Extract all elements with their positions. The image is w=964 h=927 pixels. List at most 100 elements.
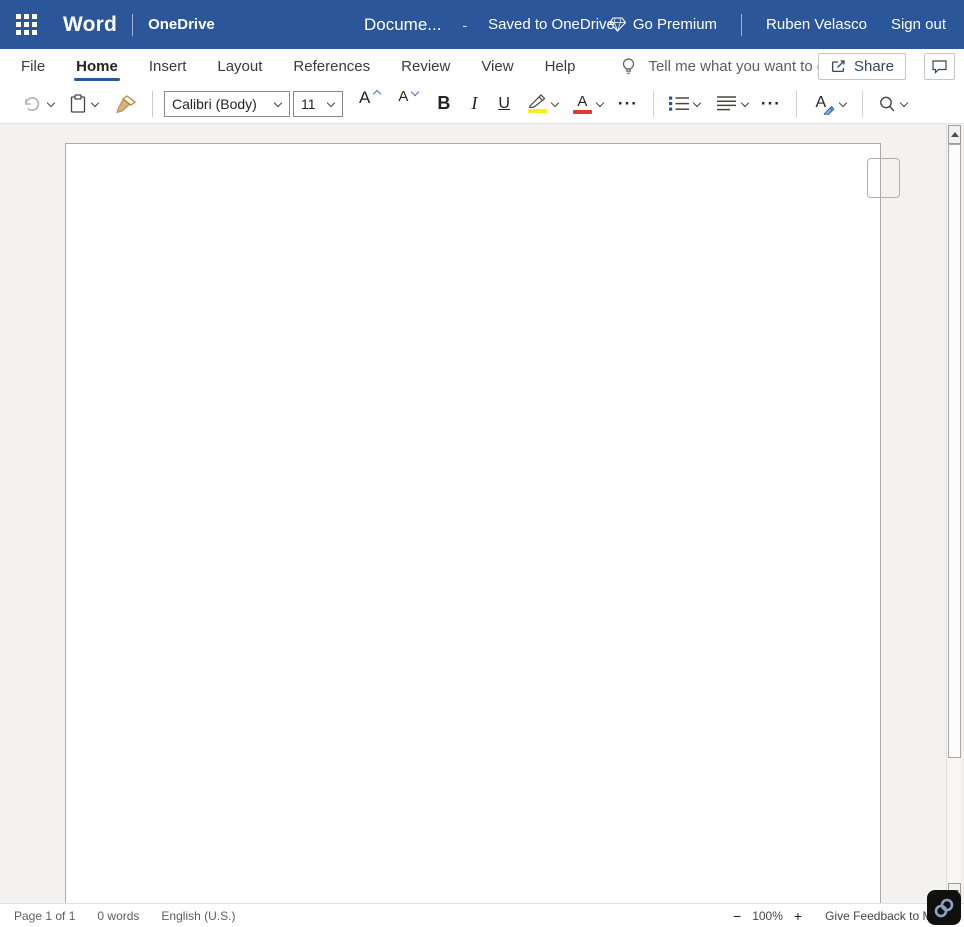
ellipsis-icon: ··· [760, 93, 781, 113]
undo-button[interactable] [18, 89, 59, 119]
font-name-select[interactable]: Calibri (Body) [164, 90, 290, 117]
bullet-list-button[interactable] [665, 89, 705, 119]
app-title: Word [63, 12, 118, 36]
status-bar: Page 1 of 1 0 words English (U.S.) − 100… [0, 903, 964, 927]
shrink-font-button[interactable]: A [394, 89, 423, 119]
format-painter-icon [116, 94, 137, 113]
tab-home[interactable]: Home [74, 49, 120, 84]
tab-file[interactable]: File [21, 49, 45, 84]
tab-help[interactable]: Help [545, 49, 576, 84]
highlight-color-swatch [527, 109, 547, 113]
header-divider [132, 13, 134, 36]
clipboard-icon [70, 93, 86, 113]
highlight-color-button[interactable] [524, 89, 563, 119]
new-comment-affordance[interactable] [867, 158, 900, 198]
share-icon [831, 59, 845, 72]
scrollbar-thumb[interactable] [948, 144, 961, 758]
alignment-icon [716, 96, 736, 111]
zoom-controls: − 100% + Give Feedback to Micro [733, 909, 952, 923]
document-title-group: Docume... - Saved to OneDrive [364, 0, 615, 49]
styles-pen-icon [823, 105, 834, 115]
tell-me-box[interactable]: Tell me what you want to do [621, 57, 834, 77]
shrink-font-letter: A [398, 87, 409, 105]
font-color-letter: A [577, 92, 588, 110]
ribbon-tabs: File Home Insert Layout References Revie… [21, 49, 575, 84]
go-premium-label: Go Premium [632, 16, 718, 33]
font-name-value: Calibri (Body) [172, 95, 257, 112]
underline-button[interactable]: U [494, 89, 514, 119]
grow-font-button[interactable]: A [355, 89, 385, 119]
font-name-chevron [273, 99, 282, 108]
comments-button[interactable] [924, 53, 955, 80]
toolbar-separator [152, 90, 153, 117]
link-extension-icon[interactable] [927, 890, 961, 925]
share-label: Share [853, 58, 894, 75]
document-canvas [0, 124, 964, 903]
service-name-link[interactable]: OneDrive [148, 16, 215, 33]
paste-dropdown-chevron[interactable] [90, 99, 99, 108]
user-name[interactable]: Ruben Velasco [766, 16, 867, 33]
italic-button[interactable]: I [467, 89, 481, 119]
highlighter-pen-icon [529, 94, 546, 108]
ellipsis-icon: ··· [617, 93, 638, 113]
tab-insert[interactable]: Insert [149, 49, 187, 84]
premium-diamond-icon [609, 17, 626, 32]
highlight-dropdown-chevron[interactable] [550, 99, 559, 108]
font-color-dropdown-chevron[interactable] [595, 99, 604, 108]
waffle-grid-icon [15, 14, 37, 35]
word-count-status: 0 words [97, 908, 140, 923]
scroll-up-button[interactable] [948, 125, 961, 144]
app-launcher-button[interactable] [13, 12, 39, 38]
share-button[interactable]: Share [817, 53, 906, 80]
interlocked-circles-icon [934, 898, 954, 917]
document-page[interactable] [65, 143, 881, 903]
tab-view[interactable]: View [481, 49, 513, 84]
font-overflow-button[interactable]: ··· [614, 89, 642, 119]
toolbar-separator [652, 90, 654, 117]
bullet-list-icon [668, 96, 689, 111]
undo-dropdown-chevron[interactable] [46, 99, 55, 108]
zoom-in-button[interactable]: + [794, 909, 802, 923]
tab-references[interactable]: References [293, 49, 370, 84]
format-painter-button[interactable] [111, 89, 141, 119]
go-premium-button[interactable]: Go Premium [609, 16, 717, 33]
page-count-status: Page 1 of 1 [14, 908, 76, 923]
ribbon-tab-bar: File Home Insert Layout References Revie… [0, 49, 964, 84]
italic-icon: I [471, 93, 478, 113]
header-divider-2 [741, 13, 743, 36]
zoom-level: 100% [752, 908, 783, 923]
grow-font-caret-icon [373, 89, 381, 97]
find-button[interactable] [874, 89, 912, 119]
tab-layout[interactable]: Layout [217, 49, 262, 84]
paste-button[interactable] [65, 89, 103, 119]
toolbar-separator [861, 90, 863, 117]
font-color-button[interactable]: A [569, 89, 608, 119]
sign-out-link[interactable]: Sign out [891, 16, 946, 33]
tab-review[interactable]: Review [401, 49, 450, 84]
styles-chevron[interactable] [838, 99, 847, 108]
scroll-up-arrow-icon [950, 132, 959, 137]
top-app-bar: Word OneDrive Docume... - Saved to OneDr… [0, 0, 964, 49]
document-title[interactable]: Docume... [364, 15, 441, 35]
alignment-chevron[interactable] [740, 99, 749, 108]
save-status[interactable]: Saved to OneDrive [488, 16, 615, 33]
font-size-value: 11 [301, 95, 316, 112]
font-size-chevron [326, 99, 335, 108]
bullet-list-chevron[interactable] [692, 99, 701, 108]
font-size-select[interactable]: 11 [293, 90, 343, 117]
lightbulb-icon [623, 57, 635, 74]
zoom-out-button[interactable]: − [733, 909, 741, 923]
undo-icon [25, 96, 40, 111]
font-color-swatch [572, 109, 592, 114]
vertical-scrollbar[interactable] [946, 124, 961, 903]
header-right-group: Go Premium Ruben Velasco Sign out [609, 0, 946, 49]
comment-bubble-icon [932, 60, 947, 74]
paragraph-overflow-button[interactable]: ··· [757, 89, 785, 119]
bold-icon: B [437, 93, 451, 113]
bold-button[interactable]: B [433, 89, 454, 119]
find-chevron[interactable] [899, 99, 908, 108]
search-icon [879, 96, 895, 111]
underline-icon: U [498, 94, 510, 112]
styles-button[interactable]: A [808, 89, 851, 119]
alignment-button[interactable] [713, 89, 753, 119]
